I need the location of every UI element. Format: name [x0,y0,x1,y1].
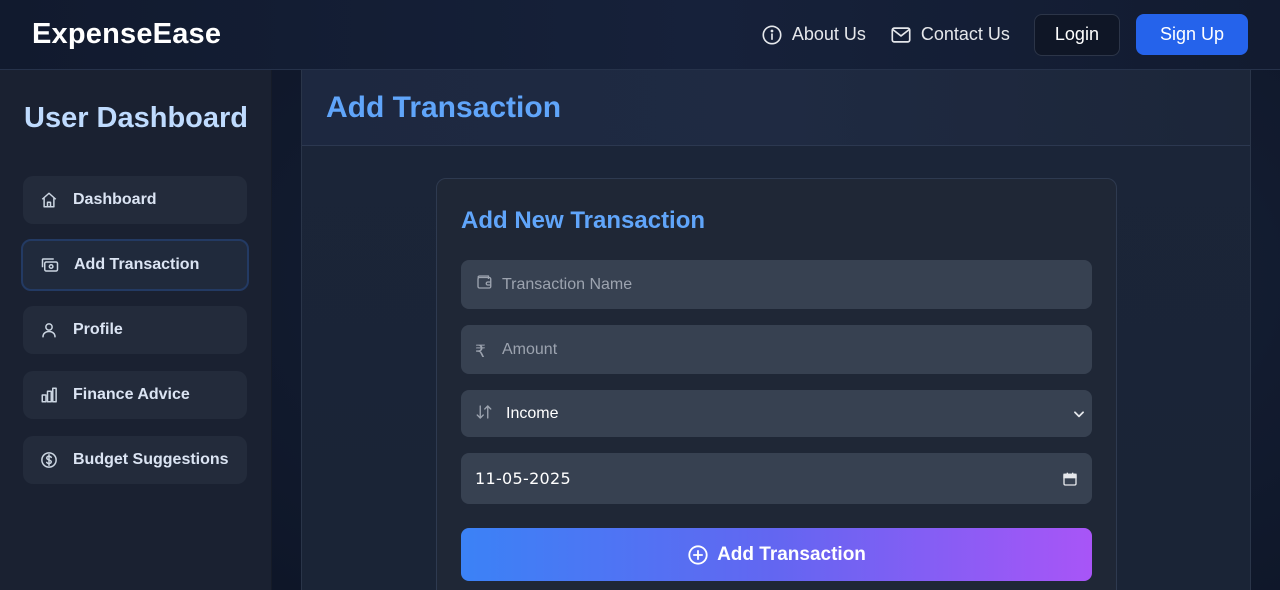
content-header: Add Transaction [302,70,1250,146]
signup-button[interactable]: Sign Up [1135,14,1248,55]
home-icon [41,192,57,208]
transaction-name-input[interactable] [502,275,1092,294]
sidebar-item-finance-advice[interactable]: Finance Advice [23,371,247,419]
calendar-icon[interactable] [1062,471,1078,487]
transaction-name-field [461,260,1092,309]
nav-actions: About Us Contact Us Login Sign Up [761,13,1248,56]
contact-us-label: Contact Us [920,24,1010,44]
sidebar: User Dashboard Dashboard Add Transaction… [0,70,272,590]
sidebar-item-label: Profile [73,321,123,338]
amount-input[interactable] [502,340,1092,359]
add-transaction-button[interactable]: Add Transaction [461,528,1092,581]
sidebar-item-add-transaction[interactable]: Add Transaction [21,239,249,291]
sidebar-item-label: Add Transaction [74,256,200,273]
sidebar-item-label: Dashboard [73,191,157,208]
main-area: Add Transaction Add New Transaction ₹ [272,70,1280,590]
mail-icon [891,26,911,43]
page-title: Add Transaction [326,90,562,124]
rupee-icon: ₹ [475,341,486,361]
contact-us-link[interactable]: Contact Us [890,24,1010,46]
about-us-link[interactable]: About Us [761,24,866,46]
dollar-circle-icon [41,452,57,468]
amount-field: ₹ [461,325,1092,374]
brand-logo[interactable]: ExpenseEase [32,18,221,51]
sidebar-item-budget-suggestions[interactable]: Budget Suggestions [23,436,247,484]
add-transaction-button-label: Add Transaction [717,543,866,565]
card-title: Add New Transaction [461,207,706,234]
wallet-cash-icon [41,258,59,272]
date-value: 11-05-2025 [475,469,571,488]
sidebar-title: User Dashboard [24,102,249,134]
sidebar-item-profile[interactable]: Profile [23,306,247,354]
about-us-label: About Us [791,24,866,44]
user-icon [42,323,56,338]
app-root: ExpenseEase About Us Contact Us Login Si… [0,0,1280,590]
sidebar-item-dashboard[interactable]: Dashboard [23,176,247,224]
login-button[interactable]: Login [1033,13,1120,56]
transaction-type-select[interactable]: Income [461,390,1092,437]
date-field[interactable]: 11-05-2025 [461,453,1092,504]
sort-arrows-icon [476,404,492,419]
chevron-down-icon [1074,410,1084,417]
plus-circle-icon [688,544,708,565]
wallet-icon [477,274,492,289]
sidebar-item-label: Finance Advice [73,386,190,403]
bar-chart-icon [41,387,57,403]
transaction-type-value: Income [506,404,559,422]
info-icon [762,24,782,45]
content-panel: Add Transaction Add New Transaction ₹ [301,70,1251,590]
sidebar-item-label: Budget Suggestions [73,451,229,468]
top-navbar: ExpenseEase About Us Contact Us Login Si… [0,0,1280,70]
add-transaction-card: Add New Transaction ₹ [436,178,1117,590]
